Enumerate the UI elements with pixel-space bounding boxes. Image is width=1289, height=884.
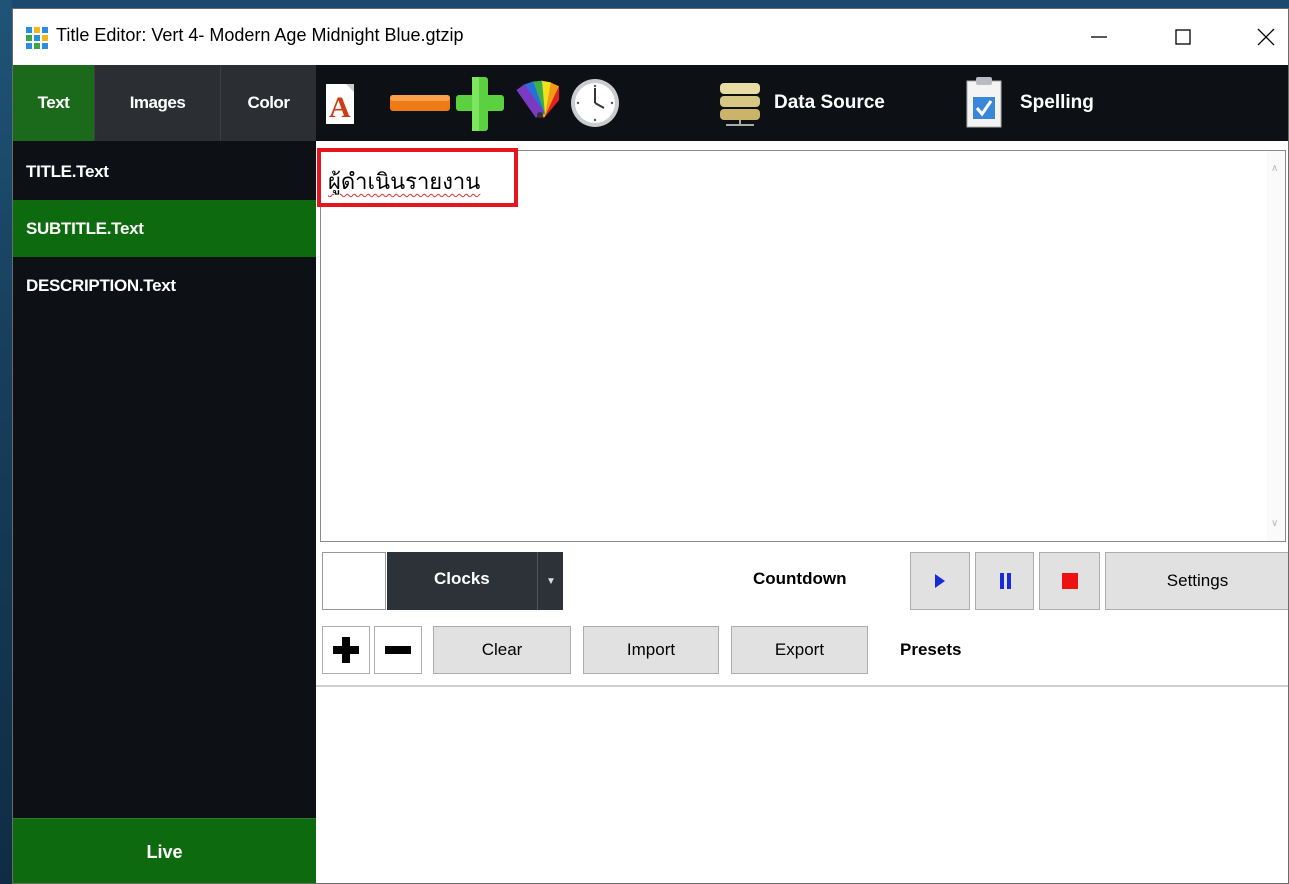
- field-item-subtitle[interactable]: SUBTITLE.Text: [13, 200, 316, 257]
- field-item-description[interactable]: DESCRIPTION.Text: [13, 257, 316, 314]
- spelling-label: Spelling: [1020, 92, 1094, 113]
- import-button[interactable]: Import: [583, 626, 719, 674]
- sidebar-tabs: Text Images Color: [13, 65, 316, 141]
- color-swatch[interactable]: [322, 552, 386, 610]
- sidebar: Text Images Color TITLE.Text SUBTITLE.Te…: [13, 65, 316, 883]
- settings-button[interactable]: Settings: [1105, 552, 1288, 610]
- text-editor[interactable]: ผู้ดำเนินรายงาน ∧ ∨: [317, 148, 1286, 542]
- clocks-combo-value: Clocks: [434, 569, 490, 588]
- field-item-title[interactable]: TITLE.Text: [13, 143, 316, 200]
- presets-list[interactable]: [316, 687, 1288, 883]
- maximize-icon: [1175, 29, 1191, 45]
- tab-color[interactable]: Color: [221, 65, 316, 141]
- add-preset-button[interactable]: [322, 626, 370, 674]
- highlight-box: [317, 148, 518, 207]
- scroll-down-icon[interactable]: ∨: [1271, 518, 1278, 529]
- play-button[interactable]: [910, 552, 970, 610]
- scroll-up-icon[interactable]: ∧: [1271, 163, 1278, 174]
- presets-label: Presets: [900, 640, 962, 659]
- clear-button[interactable]: Clear: [433, 626, 571, 674]
- stop-button[interactable]: [1039, 552, 1100, 610]
- clock-button[interactable]: [569, 77, 621, 134]
- minimize-button[interactable]: [1071, 9, 1127, 65]
- stop-icon: [1061, 573, 1078, 589]
- font-icon: A: [326, 84, 354, 124]
- toolbar: A Data Source Spelling: [316, 65, 1288, 141]
- tab-text[interactable]: Text: [13, 65, 95, 141]
- export-button[interactable]: Export: [731, 626, 868, 674]
- title-bar: Title Editor: Vert 4- Modern Age Midnigh…: [13, 9, 1288, 65]
- minus-icon: [390, 95, 450, 111]
- plus-icon: [333, 637, 359, 663]
- chevron-down-icon[interactable]: ▼: [537, 552, 564, 610]
- app-icon: [26, 27, 48, 49]
- font-button[interactable]: A: [326, 84, 354, 129]
- field-list: TITLE.Text SUBTITLE.Text DESCRIPTION.Tex…: [13, 143, 316, 314]
- spelling-button[interactable]: Spelling: [964, 75, 1094, 136]
- remove-preset-button[interactable]: [374, 626, 422, 674]
- play-icon: [935, 574, 945, 588]
- pause-button[interactable]: [975, 552, 1034, 610]
- clock-icon: [571, 79, 619, 127]
- data-source-label: Data Source: [774, 92, 885, 113]
- live-button[interactable]: Live: [13, 818, 316, 883]
- remove-button[interactable]: [389, 93, 451, 120]
- tab-images[interactable]: Images: [95, 65, 221, 141]
- database-icon: [720, 83, 760, 126]
- color-palette-button[interactable]: [515, 79, 566, 128]
- minimize-icon: [1091, 36, 1107, 38]
- close-button[interactable]: [1238, 9, 1288, 65]
- plus-icon: [456, 77, 504, 131]
- data-source-button[interactable]: Data Source: [716, 79, 885, 132]
- title-editor-window: Title Editor: Vert 4- Modern Age Midnigh…: [12, 8, 1289, 884]
- close-icon: [1257, 28, 1275, 46]
- svg-text:A: A: [329, 91, 351, 124]
- presets-bar: Clear Import Export Presets: [320, 620, 1288, 680]
- color-palette-icon: [516, 80, 566, 119]
- countdown-label: Countdown: [753, 569, 847, 588]
- clocks-combo[interactable]: Clocks ▼: [387, 552, 563, 610]
- minus-icon: [385, 646, 411, 654]
- pause-icon: [999, 573, 1011, 589]
- window-title: Title Editor: Vert 4- Modern Age Midnigh…: [56, 25, 464, 45]
- add-button[interactable]: [456, 75, 504, 138]
- editor-scrollbar[interactable]: ∧ ∨: [1267, 151, 1285, 541]
- clock-bar: Clocks ▼ Countdown Settings: [320, 550, 1288, 614]
- maximize-button[interactable]: [1155, 9, 1211, 65]
- desktop-background: [0, 0, 12, 884]
- spellcheck-icon: [966, 77, 1002, 128]
